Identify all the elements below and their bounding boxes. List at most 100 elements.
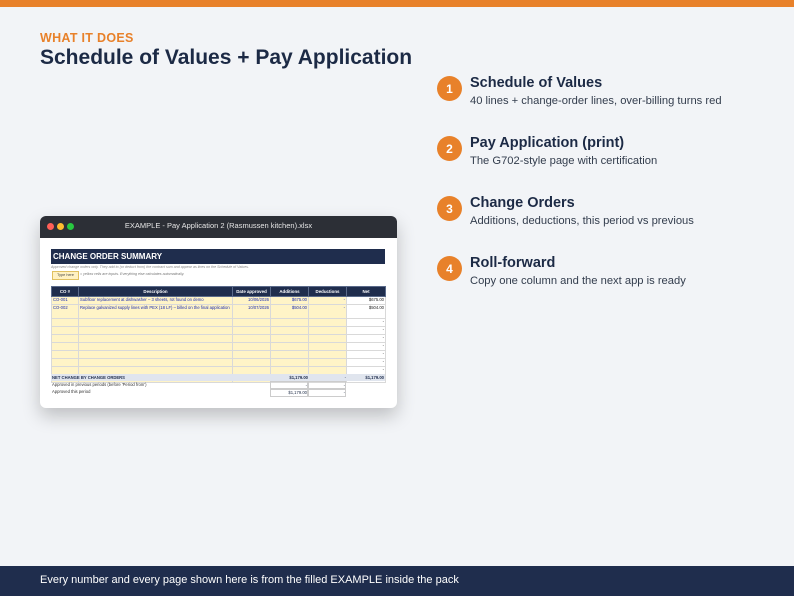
previous-periods-label: Approved in previous periods (before 'Pe… bbox=[52, 382, 147, 387]
this-period-label: Approved this period bbox=[52, 389, 91, 394]
spreadsheet-window: EXAMPLE - Pay Application 2 (Rasmussen k… bbox=[40, 216, 397, 408]
net-change-label: NET CHANGE BY CHANGE ORDERS bbox=[52, 375, 125, 380]
net-net-total: $1,179.00 bbox=[365, 375, 384, 380]
this-period-additions: $1,179.00 bbox=[270, 388, 308, 397]
table-row-empty: - bbox=[51, 334, 386, 343]
input-cell[interactable] bbox=[308, 358, 347, 367]
step-number-badge: 4 bbox=[437, 256, 462, 281]
input-cell[interactable] bbox=[78, 342, 233, 351]
input-cell[interactable] bbox=[51, 318, 79, 327]
this-period-row: Approved this period $1,179.00 - bbox=[51, 388, 385, 397]
feature-title: Change Orders bbox=[470, 195, 575, 211]
net-cell: - bbox=[346, 350, 386, 359]
input-cell[interactable] bbox=[270, 358, 309, 367]
table-row-empty: - bbox=[51, 342, 386, 351]
date-cell[interactable]: 10/07/2026 bbox=[232, 304, 271, 319]
table-row: CO-002 Replace galvanized supply lines w… bbox=[51, 304, 386, 319]
table-row: CO-001 Subfloor replacement at dishwashe… bbox=[51, 296, 386, 305]
footer-text: Every number and every page shown here i… bbox=[40, 574, 459, 586]
feature-description: The G702-style page with certification bbox=[470, 155, 658, 167]
input-legend-swatch: Type here bbox=[52, 271, 79, 280]
net-change-total-row: NET CHANGE BY CHANGE ORDERS $1,179.00 - … bbox=[51, 374, 385, 381]
input-cell[interactable] bbox=[308, 342, 347, 351]
input-cell[interactable] bbox=[308, 350, 347, 359]
input-cell[interactable] bbox=[308, 326, 347, 335]
deductions-cell[interactable]: - bbox=[308, 296, 347, 305]
net-cell: - bbox=[346, 334, 386, 343]
input-cell[interactable] bbox=[78, 318, 233, 327]
input-cell[interactable] bbox=[51, 350, 79, 359]
net-cell: - bbox=[346, 358, 386, 367]
sheet-note: Approved change orders only. They add to… bbox=[51, 265, 249, 269]
additions-cell[interactable]: $504.00 bbox=[270, 304, 309, 319]
window-title: EXAMPLE - Pay Application 2 (Rasmussen k… bbox=[124, 221, 313, 230]
feature-title: Pay Application (print) bbox=[470, 135, 625, 151]
input-cell[interactable] bbox=[232, 318, 271, 327]
input-cell[interactable] bbox=[232, 350, 271, 359]
additions-cell[interactable]: $675.00 bbox=[270, 296, 309, 305]
net-deductions-total: - bbox=[344, 375, 346, 380]
feature-item-change-orders: 3 Change Orders Additions, deductions, t… bbox=[437, 195, 777, 246]
input-legend-text: = yellow cells are inputs. Everything el… bbox=[80, 272, 185, 276]
step-number-badge: 2 bbox=[437, 136, 462, 161]
net-cell: - bbox=[346, 342, 386, 351]
column-header: Deductions bbox=[308, 286, 347, 297]
input-cell[interactable] bbox=[270, 334, 309, 343]
previous-periods-row: Approved in previous periods (before 'Pe… bbox=[51, 381, 385, 390]
input-cell[interactable] bbox=[78, 334, 233, 343]
date-cell[interactable]: 10/06/2026 bbox=[232, 296, 271, 305]
feature-item-schedule-of-values: 1 Schedule of Values 40 lines + change-o… bbox=[437, 75, 777, 126]
top-accent-bar bbox=[0, 0, 794, 7]
input-cell[interactable] bbox=[232, 326, 271, 335]
net-cell: $675.00 bbox=[346, 296, 386, 305]
input-cell[interactable] bbox=[232, 334, 271, 343]
column-header: CO # bbox=[51, 286, 79, 297]
feature-description: Additions, deductions, this period vs pr… bbox=[470, 215, 694, 227]
deductions-cell[interactable]: - bbox=[308, 304, 347, 319]
input-cell[interactable] bbox=[232, 358, 271, 367]
co-number-cell[interactable]: CO-002 bbox=[51, 304, 79, 319]
feature-description: 40 lines + change-order lines, over-bill… bbox=[470, 95, 722, 107]
net-cell: $504.00 bbox=[346, 304, 386, 319]
feature-item-roll-forward: 4 Roll-forward Copy one column and the n… bbox=[437, 255, 777, 306]
co-number-cell[interactable]: CO-001 bbox=[51, 296, 79, 305]
column-header: Description bbox=[78, 286, 233, 297]
input-cell[interactable] bbox=[308, 318, 347, 327]
page-title: Schedule of Values + Pay Application bbox=[40, 46, 413, 69]
step-number-badge: 1 bbox=[437, 76, 462, 101]
net-additions-total: $1,179.00 bbox=[289, 375, 308, 380]
input-cell[interactable] bbox=[51, 342, 79, 351]
input-cell[interactable] bbox=[51, 326, 79, 335]
input-cell[interactable] bbox=[78, 350, 233, 359]
table-row-empty: - bbox=[51, 358, 386, 367]
input-cell[interactable] bbox=[78, 326, 233, 335]
feature-item-pay-application: 2 Pay Application (print) The G702-style… bbox=[437, 135, 777, 186]
feature-title: Schedule of Values bbox=[470, 75, 603, 91]
input-cell[interactable] bbox=[51, 358, 79, 367]
description-cell[interactable]: Subfloor replacement at dishwasher – 3 s… bbox=[78, 296, 233, 305]
step-number-badge: 3 bbox=[437, 196, 462, 221]
change-order-table: CO # Description Date approved Additions… bbox=[51, 286, 386, 383]
input-cell[interactable] bbox=[270, 342, 309, 351]
input-cell[interactable] bbox=[308, 334, 347, 343]
input-cell[interactable] bbox=[270, 350, 309, 359]
window-titlebar: EXAMPLE - Pay Application 2 (Rasmussen k… bbox=[40, 216, 397, 238]
net-cell: - bbox=[346, 326, 386, 335]
this-period-deductions: - bbox=[308, 388, 346, 397]
table-row-empty: - bbox=[51, 318, 386, 327]
input-cell[interactable] bbox=[270, 318, 309, 327]
column-header: Date approved bbox=[232, 286, 271, 297]
column-header: Net bbox=[346, 286, 386, 297]
footer-bar: Every number and every page shown here i… bbox=[0, 566, 794, 596]
input-cell[interactable] bbox=[51, 334, 79, 343]
input-cell[interactable] bbox=[270, 326, 309, 335]
eyebrow-label: WHAT IT DOES bbox=[40, 31, 134, 45]
feature-title: Roll-forward bbox=[470, 255, 556, 271]
table-row-empty: - bbox=[51, 326, 386, 335]
sheet-heading: CHANGE ORDER SUMMARY bbox=[51, 249, 385, 264]
feature-description: Copy one column and the next app is read… bbox=[470, 275, 686, 287]
input-cell[interactable] bbox=[78, 358, 233, 367]
description-cell[interactable]: Replace galvanized supply lines with PEX… bbox=[78, 304, 233, 319]
input-cell[interactable] bbox=[232, 342, 271, 351]
table-row-empty: - bbox=[51, 350, 386, 359]
